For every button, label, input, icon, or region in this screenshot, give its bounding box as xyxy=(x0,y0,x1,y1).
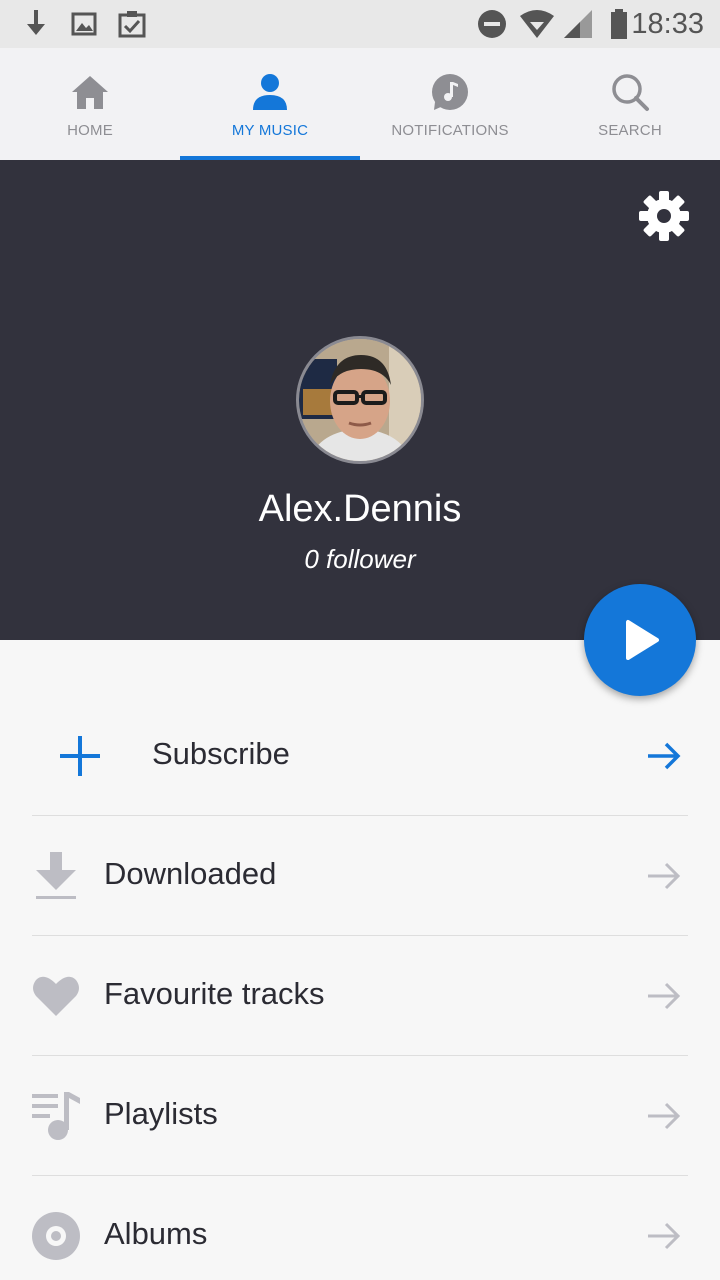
play-button[interactable] xyxy=(584,584,696,696)
favourite-tracks-label: Favourite tracks xyxy=(104,976,325,1011)
home-icon xyxy=(72,76,108,109)
plus-icon xyxy=(60,736,100,776)
tab-my-music[interactable]: MY MUSIC xyxy=(180,48,360,160)
person-icon xyxy=(253,74,287,110)
profile-followers: 0 follower xyxy=(304,544,416,574)
arrow-right-icon xyxy=(648,862,681,890)
albums-item[interactable]: Albums xyxy=(0,1176,720,1280)
status-bar: 18:33 xyxy=(0,0,720,48)
avatar[interactable] xyxy=(296,336,424,464)
playlist-icon xyxy=(32,1092,80,1140)
signal-icon xyxy=(564,10,592,38)
gear-icon[interactable] xyxy=(636,188,692,244)
download-icon xyxy=(27,10,45,35)
favourite-tracks-item[interactable]: Favourite tracks xyxy=(0,936,720,1056)
tab-bar: HOME MY MUSIC NOTIFICATIONS SEARCH xyxy=(0,48,720,160)
image-icon xyxy=(71,12,97,36)
tab-notifications[interactable]: NOTIFICATIONS xyxy=(360,48,540,160)
tab-home-label: HOME xyxy=(67,122,113,139)
album-icon xyxy=(32,1212,80,1260)
tab-home[interactable]: HOME xyxy=(0,48,180,160)
arrow-right-icon xyxy=(648,1102,681,1130)
do-not-disturb-icon xyxy=(478,10,506,38)
tab-notifications-label: NOTIFICATIONS xyxy=(391,122,509,139)
subscribe-label: Subscribe xyxy=(152,736,290,771)
albums-label: Albums xyxy=(104,1216,208,1251)
subscribe-item[interactable]: Subscribe xyxy=(0,696,720,816)
profile-username: Alex.Dennis xyxy=(258,488,462,530)
tab-search[interactable]: SEARCH xyxy=(540,48,720,160)
music-note-bubble-icon xyxy=(432,74,468,110)
wifi-icon xyxy=(520,10,554,38)
status-time: 18:33 xyxy=(631,8,704,40)
play-icon xyxy=(626,620,659,660)
clipboard-check-icon xyxy=(118,11,146,38)
playlists-label: Playlists xyxy=(104,1096,218,1131)
downloaded-label: Downloaded xyxy=(104,856,277,891)
tab-search-label: SEARCH xyxy=(598,122,662,139)
avatar-photo xyxy=(299,339,421,461)
downloaded-item[interactable]: Downloaded xyxy=(0,816,720,936)
arrow-right-icon xyxy=(648,1222,681,1250)
arrow-right-icon xyxy=(648,742,681,770)
heart-icon xyxy=(33,976,79,1016)
arrow-right-icon xyxy=(648,982,681,1010)
search-icon xyxy=(612,74,649,111)
playlists-item[interactable]: Playlists xyxy=(0,1056,720,1176)
battery-icon xyxy=(611,9,627,39)
profile-header: Alex.Dennis 0 follower xyxy=(0,160,720,640)
download-icon xyxy=(36,852,76,899)
tab-my-music-label: MY MUSIC xyxy=(231,122,309,139)
